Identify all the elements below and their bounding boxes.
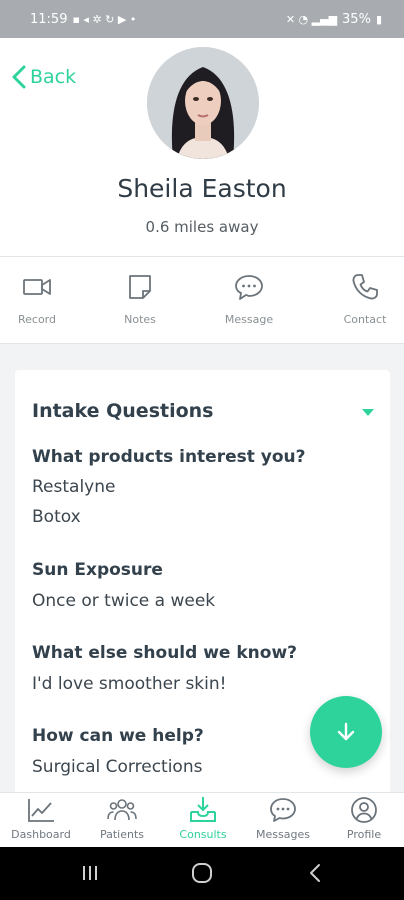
patient-name: Sheila Easton	[117, 174, 287, 203]
answer-text: Once or twice a week	[32, 591, 216, 611]
battery-level: 35%	[342, 11, 371, 27]
question-label: What else should we know?	[32, 643, 298, 663]
collapse-caret-icon[interactable]	[362, 409, 374, 416]
notification-icons: ▪ ◂ ✲ ↻ ▶ •	[72, 12, 137, 26]
status-left: 11:59 ▪ ◂ ✲ ↻ ▶ •	[30, 12, 136, 27]
video-icon	[23, 279, 51, 295]
action-row: Record Notes Message Contact	[0, 257, 404, 343]
system-back-button[interactable]	[302, 861, 330, 885]
recent-apps-icon	[83, 866, 97, 880]
chart-icon	[28, 799, 54, 822]
scroll-down-button[interactable]	[310, 696, 382, 768]
actions-divider	[0, 343, 404, 344]
nav-label: Dashboard	[11, 828, 71, 841]
contact-button[interactable]: Contact	[325, 271, 404, 326]
people-icon	[107, 799, 137, 821]
answer-text: I'd love smoother skin!	[32, 674, 227, 694]
home-icon	[192, 863, 212, 883]
phone-icon	[352, 274, 378, 300]
recent-apps-button[interactable]	[76, 861, 104, 885]
home-button[interactable]	[188, 861, 216, 885]
nav-messages[interactable]: Messages	[243, 795, 323, 841]
nav-consults[interactable]: Consults	[163, 795, 243, 841]
action-label: Record	[17, 313, 56, 326]
notes-button[interactable]: Notes	[100, 271, 180, 326]
chevron-left-icon	[12, 65, 26, 89]
battery-icon: ▮	[375, 12, 382, 26]
status-right: ✕ ◔ ▂▄▆ 35% ▮	[286, 12, 382, 27]
status-time: 11:59	[30, 11, 68, 27]
portrait-image	[147, 47, 259, 159]
chat-icon	[270, 798, 296, 822]
action-label: Notes	[124, 313, 156, 326]
answer-text: Botox	[32, 507, 81, 527]
inbox-download-icon	[190, 797, 216, 822]
note-icon	[129, 275, 151, 299]
action-label: Message	[224, 313, 274, 326]
message-button[interactable]: Message	[209, 271, 289, 326]
user-circle-icon	[351, 797, 377, 823]
chevron-left-icon	[310, 864, 320, 882]
nav-patients[interactable]: Patients	[82, 795, 162, 841]
avatar	[147, 47, 259, 159]
arrow-down-icon	[337, 722, 355, 741]
status-bar: 11:59 ▪ ◂ ✲ ↻ ▶ • ✕ ◔ ▂▄▆ 35% ▮	[0, 0, 404, 38]
back-label: Back	[30, 66, 77, 88]
question-label: Sun Exposure	[32, 560, 163, 580]
action-label: Contact	[343, 313, 387, 326]
intake-title: Intake Questions	[32, 400, 214, 422]
nav-label: Profile	[346, 828, 382, 841]
signal-icons: ✕ ◔ ▂▄▆	[285, 12, 338, 26]
question-label: What products interest you?	[32, 447, 306, 467]
bottom-nav: Dashboard Patients Consults Messages Pro…	[0, 792, 404, 847]
answer-text: Restalyne	[32, 477, 116, 497]
system-nav-bar	[0, 847, 404, 900]
answer-text: Surgical Corrections	[32, 757, 203, 777]
nav-label: Patients	[99, 828, 145, 841]
record-button[interactable]: Record	[0, 271, 77, 326]
nav-profile[interactable]: Profile	[324, 795, 404, 841]
chat-bubble-icon	[235, 275, 263, 300]
profile-header: Back Sheila Easton 0.6 miles away	[0, 38, 404, 256]
nav-label: Messages	[256, 828, 310, 841]
patient-distance: 0.6 miles away	[145, 218, 259, 236]
nav-label: Consults	[179, 828, 227, 841]
nav-dashboard[interactable]: Dashboard	[1, 795, 81, 841]
back-button[interactable]: Back	[10, 64, 76, 90]
question-label: How can we help?	[32, 726, 204, 746]
